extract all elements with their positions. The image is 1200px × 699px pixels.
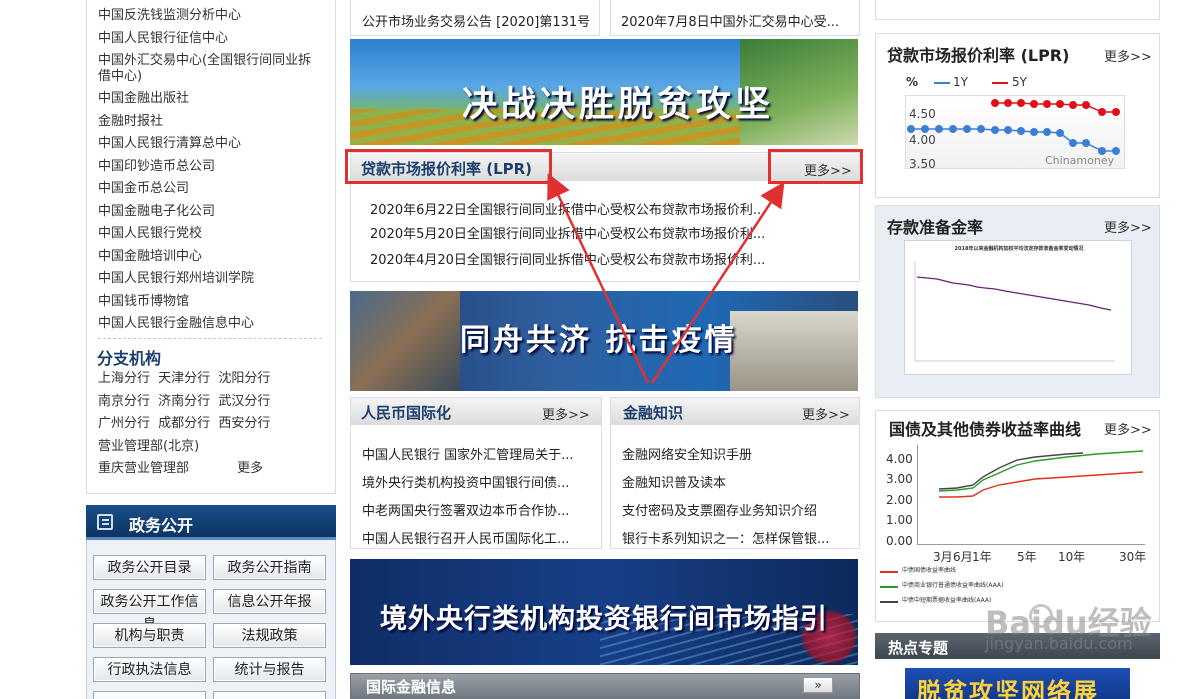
- point-5y: [1112, 108, 1120, 116]
- lpr-unit-label: %: [906, 75, 919, 89]
- rrr-chart[interactable]: 2018年以来金融机构加权平均法定存款准备金率变动情况: [904, 240, 1132, 375]
- line-5y: [995, 102, 1116, 113]
- point-5y: [991, 99, 999, 107]
- bond-legend-item: 中债商业银行普通债收益率曲线(AAA): [880, 579, 1150, 594]
- point-5y: [1098, 108, 1106, 116]
- point-1y: [1017, 127, 1025, 135]
- point-1y: [1098, 147, 1106, 155]
- bond-ytick: 3.00: [886, 472, 913, 486]
- bond-ytick: 1.00: [886, 513, 913, 527]
- point-5y: [1082, 101, 1090, 109]
- intl-finance-title[interactable]: 国际金融信息: [366, 676, 456, 697]
- point-5y: [1017, 99, 1025, 107]
- rrr-line: [914, 261, 1115, 362]
- hot-topics-title: 热点专题: [888, 639, 949, 657]
- hot-topic-banner[interactable]: 脱贫攻坚网络展: [905, 668, 1130, 699]
- point-1y: [1043, 128, 1051, 136]
- bond-curve-more-link[interactable]: 更多>>: [1104, 419, 1152, 438]
- point-1y: [963, 125, 971, 133]
- bond-legend-item: 中债国债收益率曲线: [880, 564, 1150, 579]
- point-1y: [1069, 139, 1077, 147]
- point-1y: [1112, 147, 1120, 155]
- legend-1y-label: 1Y: [953, 75, 968, 89]
- point-5y: [1043, 100, 1051, 108]
- series-1y: [907, 125, 1120, 155]
- lpr-line-chart: [907, 99, 1120, 155]
- point-5y: [1004, 99, 1012, 107]
- point-5y: [1056, 100, 1064, 108]
- point-5y: [1030, 100, 1038, 108]
- point-1y: [1056, 129, 1064, 137]
- right-top-box: [875, 0, 1160, 20]
- bond-ytick: 4.00: [886, 452, 913, 466]
- legend-5y-line: [992, 82, 1008, 84]
- bond-xtick: 1年: [972, 550, 992, 564]
- curve-treasury: [939, 471, 1144, 498]
- point-1y: [935, 125, 943, 133]
- bond-ytick: 2.00: [886, 493, 913, 507]
- bond-curves: [938, 450, 1144, 498]
- series-5y: [991, 99, 1120, 116]
- rrr-title[interactable]: 存款准备金率: [887, 214, 983, 238]
- bond-curve-title[interactable]: 国债及其他债券收益率曲线: [889, 416, 1081, 440]
- point-1y: [907, 125, 915, 133]
- intl-finance-more-button[interactable]: »: [803, 677, 833, 693]
- bond-xtick: 3月: [933, 550, 953, 564]
- point-1y: [1004, 126, 1012, 134]
- hot-topic-banner-text: 脱贫攻坚网络展: [917, 678, 1099, 699]
- bond-xtick: 10年: [1058, 550, 1086, 564]
- point-1y: [921, 125, 929, 133]
- point-1y: [977, 125, 985, 133]
- point-5y: [1069, 101, 1077, 109]
- point-1y: [949, 125, 957, 133]
- legend-5y-label: 5Y: [1012, 75, 1027, 89]
- lpr-chart-title[interactable]: 贷款市场报价利率 (LPR): [887, 42, 1069, 66]
- point-1y: [1082, 139, 1090, 147]
- banner-title: 境外央行类机构投资银行间市场指引: [380, 604, 828, 635]
- arrow-to-more: [650, 181, 785, 384]
- point-1y: [1030, 128, 1038, 136]
- watermark-url: jingyan.baidu.com: [985, 634, 1133, 653]
- bond-xtick: 5年: [1017, 550, 1037, 564]
- bond-ytick: 0.00: [886, 534, 913, 548]
- lpr-chart-more-link[interactable]: 更多>>: [1104, 46, 1152, 65]
- bond-xtick: 6月: [953, 550, 973, 564]
- investment-guide-banner[interactable]: 境外央行类机构投资银行间市场指引: [350, 559, 858, 665]
- rrr-more-link[interactable]: 更多>>: [1104, 217, 1152, 236]
- legend-1y-line: [934, 82, 950, 84]
- arrow-to-title: [547, 172, 650, 384]
- bond-xtick: 30年: [1119, 550, 1147, 564]
- point-1y: [991, 126, 999, 134]
